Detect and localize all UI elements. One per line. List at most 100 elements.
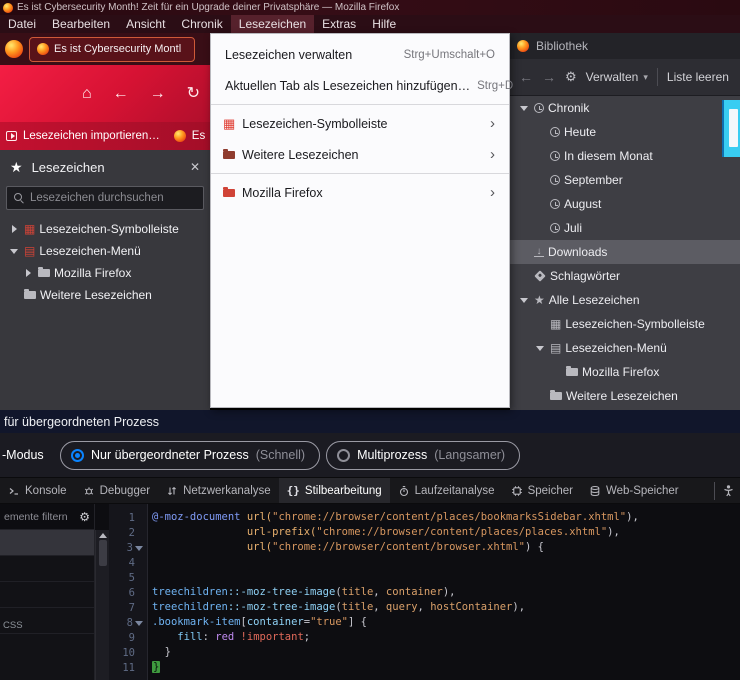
code-line[interactable]: [152, 555, 740, 570]
devtools-toolbar-right: [714, 478, 740, 503]
chevron-right-icon[interactable]: [22, 269, 34, 277]
library-item-august[interactable]: August: [510, 192, 740, 216]
stylesheet-row[interactable]: [0, 530, 94, 556]
sidebar-search: [6, 186, 204, 210]
process-mode-row: -Modus Nur übergeordneter Prozess (Schne…: [0, 433, 740, 477]
library-item-mozilla-firefox[interactable]: Mozilla Firefox: [510, 360, 740, 384]
tab-laufzeitanalyse[interactable]: Laufzeitanalyse: [390, 478, 503, 503]
code-line[interactable]: }: [152, 645, 740, 660]
chevron-down-icon[interactable]: [8, 249, 20, 254]
code-line[interactable]: treechildren::-moz-tree-image(title, con…: [152, 585, 740, 600]
tab-speicher[interactable]: Speicher: [503, 478, 581, 503]
menu-item-bookmark-tab[interactable]: Aktuellen Tab als Lesezeichen hinzufügen…: [211, 70, 509, 101]
folder-icon: [223, 151, 235, 159]
tab-netzwerkanalyse[interactable]: Netzwerkanalyse: [158, 478, 279, 503]
manage-button[interactable]: Verwalten: [586, 70, 639, 84]
accessibility-person-icon[interactable]: [722, 484, 735, 497]
gutter-row: 8: [109, 615, 147, 630]
tab-label: Netzwerkanalyse: [183, 485, 271, 497]
menu-item-mozilla-firefox[interactable]: Mozilla Firefox ›: [211, 177, 509, 208]
code-line[interactable]: url("chrome://browser/content/browser.xh…: [152, 540, 740, 555]
menu-chronik[interactable]: Chronik: [173, 15, 230, 33]
stylesheet-filter-input[interactable]: emente filtern: [4, 511, 68, 523]
stylesheet-row[interactable]: [0, 582, 94, 608]
library-item-today[interactable]: Heute: [510, 120, 740, 144]
gear-icon[interactable]: ⚙: [79, 510, 90, 524]
browser-tab[interactable]: Es ist Cybersecurity Montl: [29, 37, 195, 62]
radio-single-process[interactable]: Nur übergeordneter Prozess (Schnell): [60, 441, 320, 470]
bookmark-item[interactable]: Es: [192, 130, 205, 142]
library-item-this-month[interactable]: In diesem Monat: [510, 144, 740, 168]
menu-bearbeiten[interactable]: Bearbeiten: [44, 15, 118, 33]
menu-hilfe[interactable]: Hilfe: [364, 15, 404, 33]
firefox-view-icon[interactable]: [5, 40, 23, 58]
close-icon[interactable]: ✕: [190, 160, 200, 174]
star-icon: ★: [534, 294, 545, 306]
scrollbar-thumb[interactable]: [99, 540, 107, 566]
library-item-september[interactable]: September: [510, 168, 740, 192]
radio-multiprocess[interactable]: Multiprozess (Langsamer): [326, 441, 520, 470]
library-item-other-bookmarks[interactable]: Weitere Lesezeichen: [510, 384, 740, 408]
library-item-history[interactable]: Chronik: [510, 96, 740, 120]
sidebar-item-other[interactable]: Weitere Lesezeichen: [0, 284, 210, 306]
library-title: Bibliothek: [536, 39, 588, 53]
chevron-down-icon[interactable]: [518, 298, 530, 303]
stylesheet-row[interactable]: CSS: [0, 608, 94, 634]
fold-marker-icon[interactable]: [135, 621, 143, 626]
chevron-down-icon[interactable]: [534, 346, 546, 351]
code-line[interactable]: treechildren::-moz-tree-image(title, que…: [152, 600, 740, 615]
forward-icon[interactable]: →: [150, 86, 166, 102]
library-item-downloads[interactable]: ↓ Downloads: [510, 240, 740, 264]
menu-item-bookmarks-toolbar[interactable]: ▦ Lesezeichen-Symbolleiste ›: [211, 108, 509, 139]
stylesheet-row[interactable]: [0, 556, 94, 582]
radio-selected-icon[interactable]: [71, 449, 84, 462]
forward-icon[interactable]: →: [542, 69, 556, 85]
library-item-tags[interactable]: Schlagwörter: [510, 264, 740, 288]
chevron-right-icon[interactable]: [8, 225, 20, 233]
library-item-bookmarks-menu[interactable]: ▤ Lesezeichen-Menü: [510, 336, 740, 360]
reload-icon[interactable]: ↻: [187, 86, 200, 102]
menu-ansicht[interactable]: Ansicht: [118, 15, 173, 33]
gear-icon[interactable]: ⚙: [565, 69, 577, 85]
sidebar-item-mozilla[interactable]: Mozilla Firefox: [0, 262, 210, 284]
code-line[interactable]: url-prefix("chrome://browser/content/pla…: [152, 525, 740, 540]
tab-debugger[interactable]: Debugger: [75, 478, 159, 503]
code-line[interactable]: .bookmark-item[container="true"] {: [152, 615, 740, 630]
menu-item-other-bookmarks[interactable]: Weitere Lesezeichen ›: [211, 139, 509, 170]
radio-unselected-icon[interactable]: [337, 449, 350, 462]
back-icon[interactable]: ←: [519, 69, 533, 85]
css-source-editor[interactable]: @-moz-document url("chrome://browser/con…: [148, 504, 740, 680]
external-window-content: [729, 109, 738, 147]
menu-item-label: Lesezeichen-Symbolleiste: [242, 117, 387, 131]
folder-icon: [24, 291, 36, 299]
menu-lesezeichen[interactable]: Lesezeichen: [231, 15, 314, 33]
sidebar-search-input[interactable]: [30, 192, 196, 204]
scroll-up-icon[interactable]: [99, 533, 107, 538]
tab-web-speicher[interactable]: Web-Speicher: [581, 478, 687, 503]
menu-extras[interactable]: Extras: [314, 15, 364, 33]
navigation-toolbar: ⌂ ← → ↻: [0, 65, 210, 122]
tab-konsole[interactable]: Konsole: [0, 478, 75, 503]
code-line[interactable]: [152, 570, 740, 585]
menu-item-manage-bookmarks[interactable]: Lesezeichen verwalten Strg+Umschalt+O: [211, 39, 509, 70]
back-icon[interactable]: ←: [113, 86, 129, 102]
stylesheet-list-scrollbar[interactable]: [95, 530, 109, 680]
chevron-down-icon[interactable]: [518, 106, 530, 111]
library-item-july[interactable]: Juli: [510, 216, 740, 240]
sidebar-item-menu[interactable]: ▤ Lesezeichen-Menü: [0, 240, 210, 262]
sidebar-item-toolbar[interactable]: ▦ Lesezeichen-Symbolleiste: [0, 218, 210, 240]
home-icon[interactable]: ⌂: [82, 86, 92, 102]
fold-marker-icon[interactable]: [135, 546, 143, 551]
tab-stilbearbeitung[interactable]: {} Stilbearbeitung: [279, 478, 390, 503]
clear-list-button[interactable]: Liste leeren: [667, 70, 729, 84]
firefox-icon: [3, 3, 13, 13]
code-line[interactable]: @-moz-document url("chrome://browser/con…: [152, 510, 740, 525]
library-item-all-bookmarks[interactable]: ★ Alle Lesezeichen: [510, 288, 740, 312]
bookmarks-menu-icon: ▤: [24, 245, 35, 257]
library-item-bookmarks-toolbar[interactable]: ▦ Lesezeichen-Symbolleiste: [510, 312, 740, 336]
code-line[interactable]: }: [152, 660, 740, 675]
import-bookmarks-button[interactable]: Lesezeichen importieren…: [23, 130, 160, 142]
menu-datei[interactable]: Datei: [0, 15, 44, 33]
folder-icon: [566, 368, 578, 376]
code-line[interactable]: fill: red !important;: [152, 630, 740, 645]
